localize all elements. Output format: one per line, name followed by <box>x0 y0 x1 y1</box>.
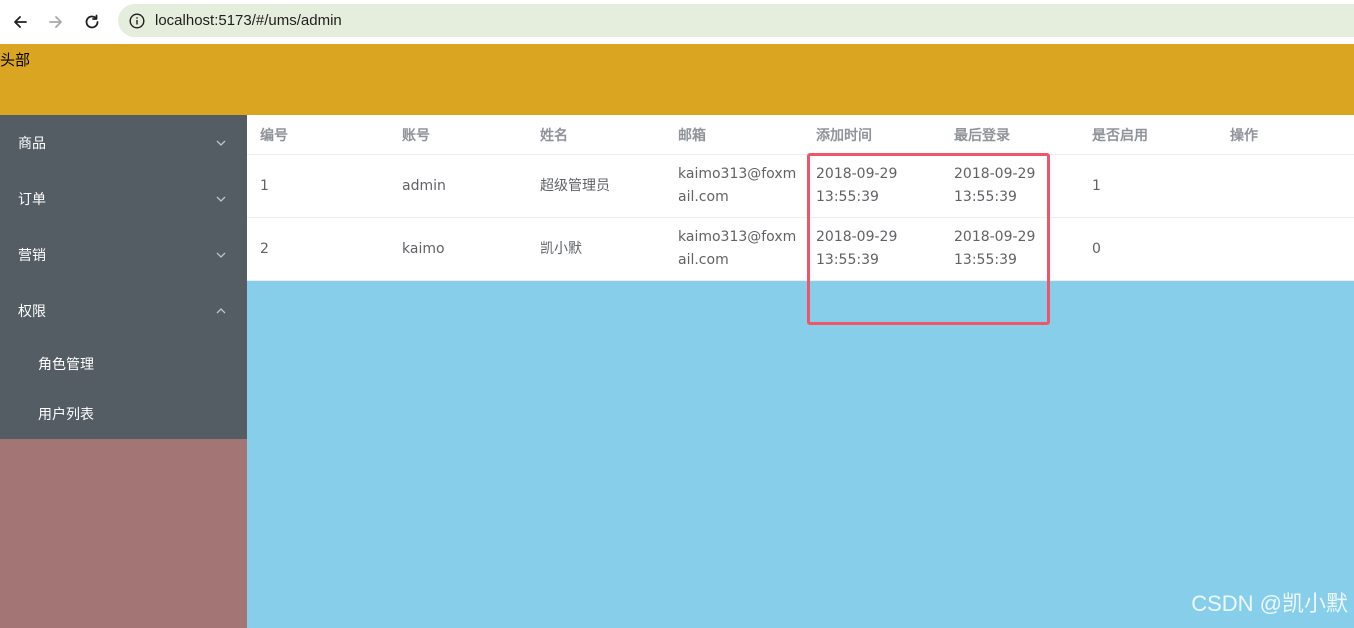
reload-icon <box>85 14 99 29</box>
cell-account: admin <box>402 177 446 194</box>
browser-toolbar: localhost:5173/#/ums/admin <box>0 0 1354 44</box>
main-content: 编号 账号 姓名 邮箱 添加时间 最后登录 是否启用 操作 1 admin 超级… <box>247 115 1354 628</box>
column-header-action: 操作 <box>1230 127 1258 144</box>
submenu-item-label: 角色管理 <box>38 357 94 373</box>
forward-button[interactable] <box>38 4 74 40</box>
menu-item-permissions[interactable]: 权限 <box>0 283 247 339</box>
url-text[interactable]: localhost:5173/#/ums/admin <box>155 12 342 29</box>
chevron-up-icon <box>215 305 227 317</box>
menu-item-orders[interactable]: 订单 <box>0 171 247 227</box>
chevron-down-icon <box>215 249 227 261</box>
cell-last-login: 2018-09-29 13:55:39 <box>954 166 1036 205</box>
cell-enabled: 0 <box>1092 240 1101 257</box>
chevron-down-icon <box>215 193 227 205</box>
table-header: 编号 账号 姓名 邮箱 添加时间 最后登录 是否启用 操作 <box>247 115 1354 155</box>
cell-email: kaimo313@foxmail.com <box>678 166 797 205</box>
menu-item-label: 订单 <box>18 192 46 208</box>
cell-enabled: 1 <box>1092 177 1101 194</box>
menu-item-label: 商品 <box>18 136 46 152</box>
column-header-id: 编号 <box>260 127 288 144</box>
menu-item-label: 营销 <box>18 248 46 264</box>
app-header: 头部 <box>0 44 1354 115</box>
sidebar-menu: 商品 订单 营销 权限 角色管理 用户列表 <box>0 115 247 439</box>
cell-account: kaimo <box>402 240 445 257</box>
cell-name: 凯小默 <box>540 240 582 257</box>
submenu-item-user-list[interactable]: 用户列表 <box>0 389 247 439</box>
info-icon[interactable] <box>128 12 146 30</box>
menu-item-label: 权限 <box>18 304 46 320</box>
sidebar: 商品 订单 营销 权限 角色管理 用户列表 <box>0 115 247 628</box>
column-header-enabled: 是否启用 <box>1092 127 1148 144</box>
cell-email: kaimo313@foxmail.com <box>678 229 797 268</box>
cell-id: 1 <box>260 177 269 194</box>
column-header-account: 账号 <box>402 127 430 144</box>
submenu-item-label: 用户列表 <box>38 407 94 423</box>
column-header-last-login: 最后登录 <box>954 127 1010 144</box>
table-row: 1 admin 超级管理员 kaimo313@foxmail.com 2018-… <box>247 155 1354 218</box>
arrow-right-icon <box>49 16 62 28</box>
chevron-down-icon <box>215 137 227 149</box>
admin-table: 编号 账号 姓名 邮箱 添加时间 最后登录 是否启用 操作 1 admin 超级… <box>247 115 1354 281</box>
column-header-email: 邮箱 <box>678 127 706 144</box>
back-button[interactable] <box>2 4 38 40</box>
watermark: CSDN @凯小默 <box>1191 591 1348 616</box>
cell-created: 2018-09-29 13:55:39 <box>816 229 898 268</box>
reload-button[interactable] <box>74 4 110 40</box>
table-row: 2 kaimo 凯小默 kaimo313@foxmail.com 2018-09… <box>247 218 1354 281</box>
cell-created: 2018-09-29 13:55:39 <box>816 166 898 205</box>
cell-last-login: 2018-09-29 13:55:39 <box>954 229 1036 268</box>
header-title: 头部 <box>0 51 31 69</box>
menu-item-marketing[interactable]: 营销 <box>0 227 247 283</box>
menu-item-goods[interactable]: 商品 <box>0 115 247 171</box>
cell-id: 2 <box>260 240 269 257</box>
column-header-name: 姓名 <box>540 127 568 144</box>
column-header-created: 添加时间 <box>816 127 872 144</box>
arrow-left-icon <box>14 16 27 28</box>
submenu-item-role-management[interactable]: 角色管理 <box>0 339 247 389</box>
address-bar[interactable]: localhost:5173/#/ums/admin <box>118 4 1354 37</box>
cell-name: 超级管理员 <box>540 177 610 194</box>
